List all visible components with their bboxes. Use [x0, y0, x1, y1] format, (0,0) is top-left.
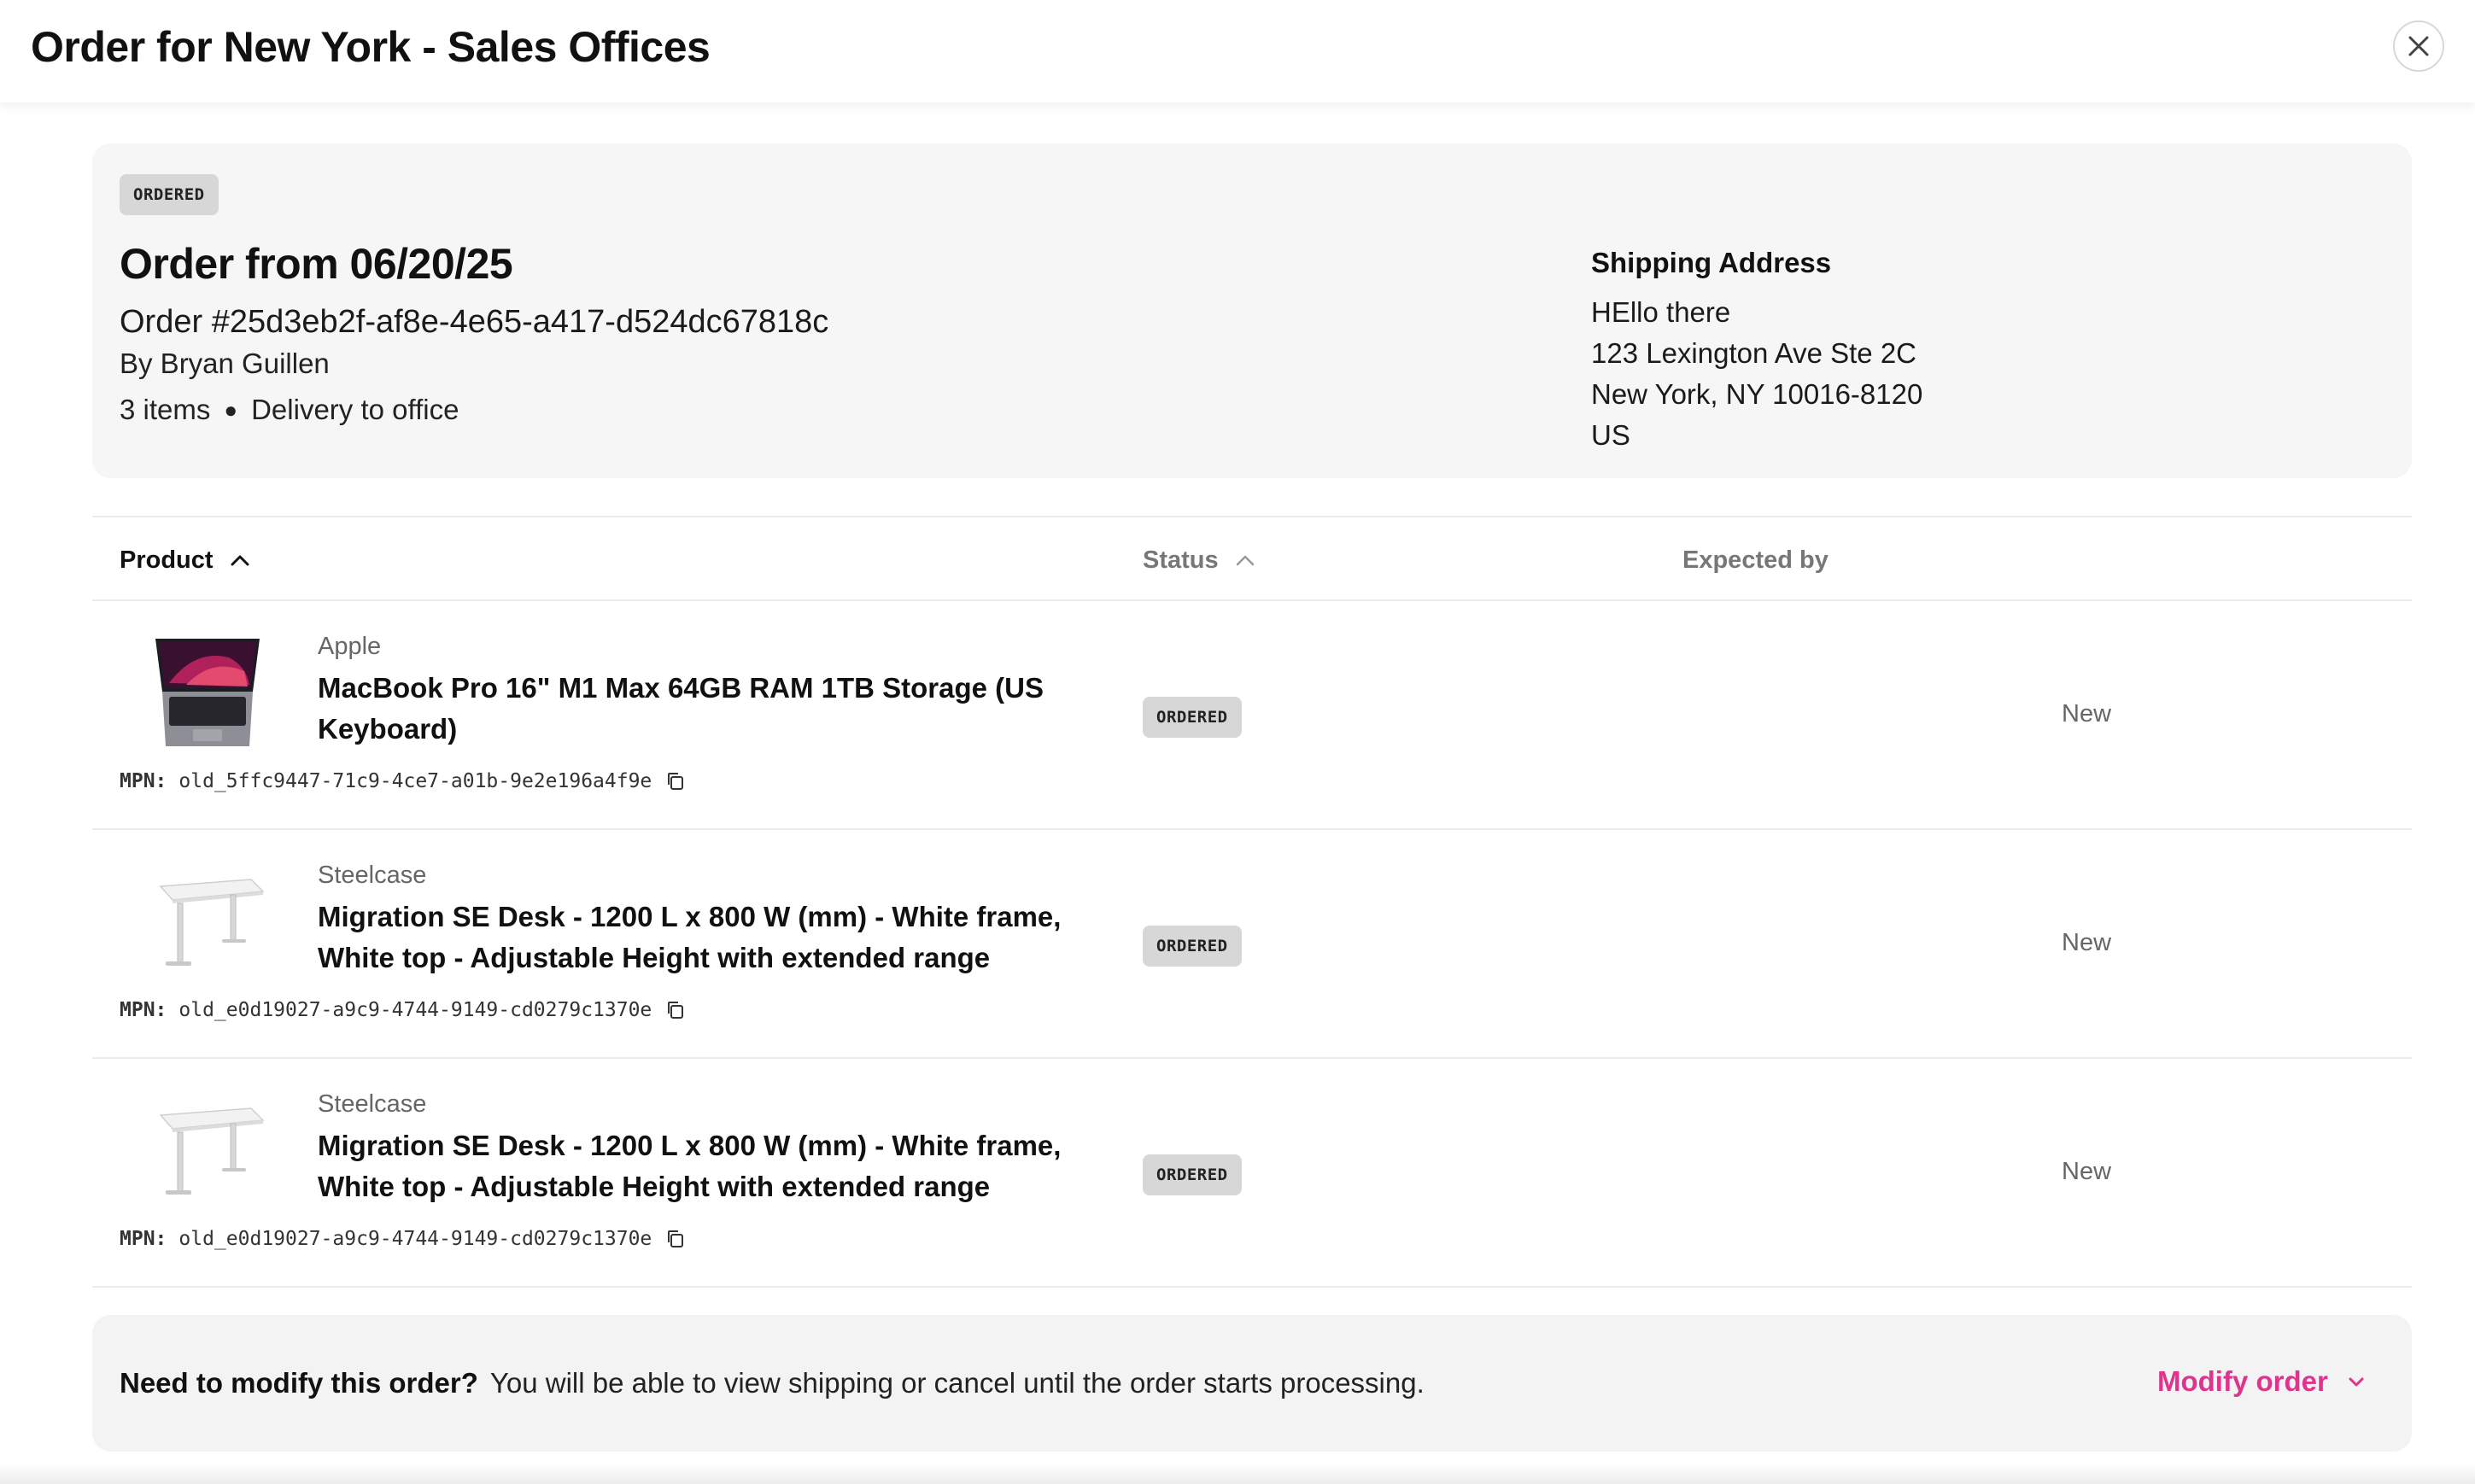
column-header-expected-by[interactable]: Expected by — [1682, 543, 1828, 577]
condition-text: New — [2062, 929, 2112, 956]
address-line: US — [1591, 419, 1630, 451]
separator-dot: ● — [224, 397, 238, 423]
delivery-method: Delivery to office — [251, 394, 459, 425]
chevron-up-icon — [1236, 555, 1254, 566]
laptop-image — [155, 639, 260, 746]
address-line: New York, NY 10016-8120 — [1591, 378, 1923, 410]
page-title: Order for New York - Sales Offices — [31, 23, 711, 71]
close-button[interactable] — [2393, 20, 2444, 72]
order-number: Order #25d3eb2f-af8e-4e65-a417-d524dc678… — [120, 304, 829, 340]
ordered-by: By Bryan Guillen — [120, 348, 330, 379]
product-brand: Apple — [318, 633, 382, 660]
mpn-label: MPN: — [120, 999, 167, 1021]
chevron-up-icon — [231, 555, 249, 566]
product-brand: Steelcase — [318, 1090, 427, 1118]
copy-icon[interactable] — [665, 771, 686, 792]
modify-order-button[interactable]: Modify order — [2157, 1363, 2366, 1400]
status-badge: ORDERED — [120, 174, 219, 215]
mpn-value: old_e0d19027-a9c9-4744-9149-cd0279c1370e — [178, 999, 652, 1021]
column-header-label: Status — [1143, 546, 1219, 574]
order-meta: 3 items ● Delivery to office — [120, 391, 459, 429]
desk-image — [159, 1107, 265, 1195]
modify-order-label: Modify order — [2157, 1365, 2328, 1397]
mpn-value: old_5ffc9447-71c9-4ce7-a01b-9e2e196a4f9e — [178, 770, 652, 792]
status-badge: ORDERED — [1143, 697, 1242, 738]
shipping-address: HEllo there 123 Lexington Ave Ste 2C New… — [1591, 292, 1922, 456]
product-brand: Steelcase — [318, 862, 427, 889]
condition-text: New — [2062, 700, 2112, 727]
column-header-label: Expected by — [1682, 546, 1828, 574]
banner-heading: Need to modify this order? — [120, 1367, 478, 1399]
order-title: Order from 06/20/25 — [120, 240, 513, 288]
item-count: 3 items — [120, 394, 211, 425]
scroll-shadow — [0, 1464, 2475, 1484]
chevron-down-icon — [2349, 1377, 2364, 1387]
product-name[interactable]: MacBook Pro 16" M1 Max 64GB RAM 1TB Stor… — [318, 668, 1138, 750]
modify-order-banner: Need to modify this order? You will be ab… — [92, 1315, 2412, 1452]
product-mpn: MPN: old_e0d19027-a9c9-4744-9149-cd0279c… — [120, 997, 686, 1023]
status-badge: ORDERED — [1143, 1154, 1242, 1195]
product-name[interactable]: Migration SE Desk - 1200 L x 800 W (mm) … — [318, 897, 1138, 979]
status-badge: ORDERED — [1143, 926, 1242, 967]
copy-icon[interactable] — [665, 1229, 686, 1249]
condition-text: New — [2062, 1158, 2112, 1185]
mpn-label: MPN: — [120, 770, 167, 792]
address-line: HEllo there — [1591, 296, 1731, 328]
divider — [92, 1286, 2412, 1288]
column-header-product[interactable]: Product — [120, 543, 249, 577]
product-mpn: MPN: old_e0d19027-a9c9-4744-9149-cd0279c… — [120, 1226, 686, 1252]
divider — [92, 516, 2412, 517]
copy-icon[interactable] — [665, 1000, 686, 1020]
column-header-status[interactable]: Status — [1143, 543, 1255, 577]
shipping-address-heading: Shipping Address — [1591, 247, 1832, 278]
order-summary-card: ORDERED Order from 06/20/25 Order #25d3e… — [92, 143, 2412, 478]
address-line: 123 Lexington Ave Ste 2C — [1591, 337, 1917, 369]
column-header-label: Product — [120, 546, 214, 574]
product-mpn: MPN: old_5ffc9447-71c9-4ce7-a01b-9e2e196… — [120, 768, 686, 794]
desk-image — [159, 879, 265, 966]
mpn-label: MPN: — [120, 1228, 167, 1250]
close-icon — [2408, 36, 2429, 56]
product-name[interactable]: Migration SE Desk - 1200 L x 800 W (mm) … — [318, 1125, 1138, 1207]
modal-header: Order for New York - Sales Offices — [0, 0, 2475, 102]
mpn-value: old_e0d19027-a9c9-4744-9149-cd0279c1370e — [178, 1228, 652, 1250]
banner-message: You will be able to view shipping or can… — [489, 1367, 1425, 1399]
table-row[interactable]: Steelcase Migration SE Desk - 1200 L x 8… — [92, 1059, 2412, 1288]
table-row[interactable]: Steelcase Migration SE Desk - 1200 L x 8… — [92, 830, 2412, 1059]
table-row[interactable]: Apple MacBook Pro 16" M1 Max 64GB RAM 1T… — [92, 601, 2412, 830]
banner-text: Need to modify this order? You will be ab… — [120, 1364, 1425, 1402]
